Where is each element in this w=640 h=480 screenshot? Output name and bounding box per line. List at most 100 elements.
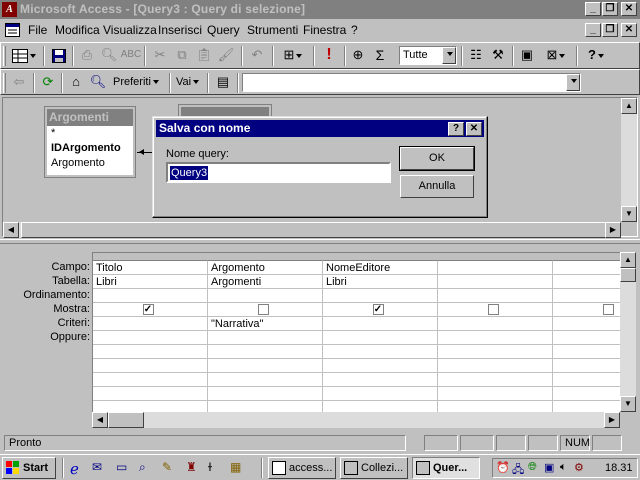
grid-cell-criteri[interactable]: "Narrativa" [208, 317, 323, 331]
grid-scroll-left-button[interactable]: ◀ [92, 412, 108, 428]
grid-cell-empty[interactable] [553, 373, 620, 387]
pane-splitter[interactable] [0, 239, 640, 244]
menu-help[interactable]: ? [351, 23, 358, 37]
field-list-title[interactable]: Argomenti [47, 109, 133, 126]
document-window-icon[interactable] [5, 23, 20, 37]
back-button[interactable]: ⇦ [8, 71, 30, 93]
grid-hscroll[interactable]: ◀ ▶ [92, 412, 620, 428]
tray-app-icon[interactable]: ▣ [544, 461, 554, 474]
task-collezione[interactable]: Collezi... [340, 457, 408, 479]
grid-cell-oppure[interactable] [438, 331, 553, 345]
field-list-item[interactable]: IDArgomento [47, 141, 133, 156]
grid-cell-mostra[interactable] [553, 303, 620, 317]
scroll-up-button[interactable]: ▲ [621, 98, 637, 114]
grid-cell-criteri[interactable] [438, 317, 553, 331]
outlook-express-icon[interactable]: ✉ [92, 460, 110, 476]
grid-cell-empty[interactable] [438, 345, 553, 359]
grid-cell-empty[interactable] [553, 345, 620, 359]
grid-cell-empty[interactable] [323, 373, 438, 387]
grid-cell-empty[interactable] [438, 401, 553, 412]
home-button[interactable]: ⌂ [65, 71, 87, 93]
grid-cell-empty[interactable] [93, 401, 208, 412]
hscroll-thumb[interactable] [21, 222, 611, 238]
show-checkbox[interactable]: ✓ [142, 304, 154, 315]
copy-button[interactable]: ⧉ [171, 44, 193, 66]
grid-cell-empty[interactable] [93, 345, 208, 359]
print-preview-button[interactable]: 🔍︎ [98, 44, 120, 66]
quick-launch-icon[interactable]: ɫ [208, 460, 226, 476]
top-values-combo[interactable]: Tutte [399, 46, 457, 65]
column-selector[interactable] [93, 253, 208, 261]
grid-cell-ordinamento[interactable] [323, 289, 438, 303]
web-toolbar-grip[interactable] [3, 73, 6, 93]
grid-cell-empty[interactable] [323, 387, 438, 401]
grid-cell-criteri[interactable] [93, 317, 208, 331]
access-app-icon[interactable]: A [2, 2, 17, 17]
build-button[interactable]: ⚒ [487, 44, 509, 66]
grid-cell-empty[interactable] [553, 359, 620, 373]
grid-cell-ordinamento[interactable] [553, 289, 620, 303]
grid-cell-criteri[interactable] [553, 317, 620, 331]
query-type-button[interactable]: ⊞ [277, 44, 309, 66]
grid-scroll-up-button[interactable]: ▲ [620, 252, 636, 268]
search-web-button[interactable]: 🔍︎ [87, 71, 109, 93]
restore-button[interactable]: ❐ [602, 2, 618, 16]
format-painter-button[interactable]: 🖌︎ [215, 44, 237, 66]
spelling-button[interactable]: ABC [120, 44, 142, 66]
tray-network-icon[interactable]: 🖧 [512, 461, 524, 480]
field-list-argomenti[interactable]: Argomenti * IDArgomento Argomento [44, 106, 136, 178]
show-desktop-icon[interactable]: ▭ [116, 460, 134, 476]
table-pane-hscroll[interactable]: ◀ ▶ [3, 222, 621, 238]
help-button[interactable]: ? [581, 44, 611, 66]
grid-cell-tabella[interactable] [438, 275, 553, 289]
menu-modifica[interactable]: Modifica [55, 23, 100, 37]
grid-cell-ordinamento[interactable] [438, 289, 553, 303]
save-button[interactable] [48, 44, 70, 66]
show-checkbox[interactable] [602, 304, 614, 315]
tray-scheduler-icon[interactable]: ⏰ [496, 461, 510, 474]
grid-cell-empty[interactable] [323, 345, 438, 359]
folder-icon[interactable]: ▦ [230, 460, 248, 476]
properties-button[interactable]: ☷ [465, 44, 487, 66]
grid-cell-empty[interactable] [438, 373, 553, 387]
grid-cell-tabella[interactable] [553, 275, 620, 289]
grid-cell-empty[interactable] [323, 359, 438, 373]
top-values-dropdown-button[interactable] [442, 47, 456, 64]
show-table-button[interactable]: ⊕ [347, 44, 369, 66]
task-query[interactable]: Quer... [412, 457, 480, 479]
grid-cell-empty[interactable] [553, 401, 620, 412]
column-selector[interactable] [208, 253, 323, 261]
print-button[interactable]: ⎙ [76, 44, 98, 66]
notepad-icon[interactable]: ✎ [162, 460, 180, 476]
ok-button[interactable]: OK [399, 146, 475, 171]
tray-volume-icon[interactable]: 🔈︎ [560, 461, 567, 474]
dialog-title-bar[interactable]: Salva con nome [156, 120, 484, 137]
table-pane-vscroll[interactable]: ▲ ▼ [621, 98, 637, 222]
grid-vscroll-thumb[interactable] [620, 268, 636, 282]
database-window-button[interactable]: ▣ [516, 44, 538, 66]
tray-globe-icon[interactable]: 🌐︎ [528, 461, 537, 474]
grid-cell-empty[interactable] [208, 401, 323, 412]
menu-finestra[interactable]: Finestra [303, 23, 346, 37]
task-access[interactable]: access... [268, 457, 336, 479]
dialog-close-button[interactable]: ✕ [466, 122, 482, 136]
scroll-down-button[interactable]: ▼ [621, 206, 637, 222]
app-title-bar[interactable]: A Microsoft Access - [Query3 : Query di … [0, 0, 640, 19]
grid-cell-campo[interactable]: Titolo [93, 261, 208, 275]
grid-scroll-right-button[interactable]: ▶ [604, 412, 620, 428]
clock[interactable]: 18.31 [605, 462, 633, 474]
run-button[interactable]: ! [318, 44, 340, 66]
doc-close-button[interactable]: ✕ [621, 23, 637, 37]
office-icon[interactable]: ♜ [186, 460, 204, 476]
grid-cell-empty[interactable] [323, 401, 438, 412]
grid-cell-mostra[interactable]: ✓ [323, 303, 438, 317]
grid-scroll-down-button[interactable]: ▼ [620, 396, 636, 412]
grid-cell-empty[interactable] [553, 387, 620, 401]
grid-cell-tabella[interactable]: Argomenti [208, 275, 323, 289]
grid-cell-campo[interactable] [438, 261, 553, 275]
show-checkbox[interactable] [487, 304, 499, 315]
menu-inserisci[interactable]: Inserisci [158, 23, 202, 37]
scroll-right-button[interactable]: ▶ [605, 222, 621, 238]
grid-cell-mostra[interactable] [438, 303, 553, 317]
grid-cell-empty[interactable] [93, 387, 208, 401]
